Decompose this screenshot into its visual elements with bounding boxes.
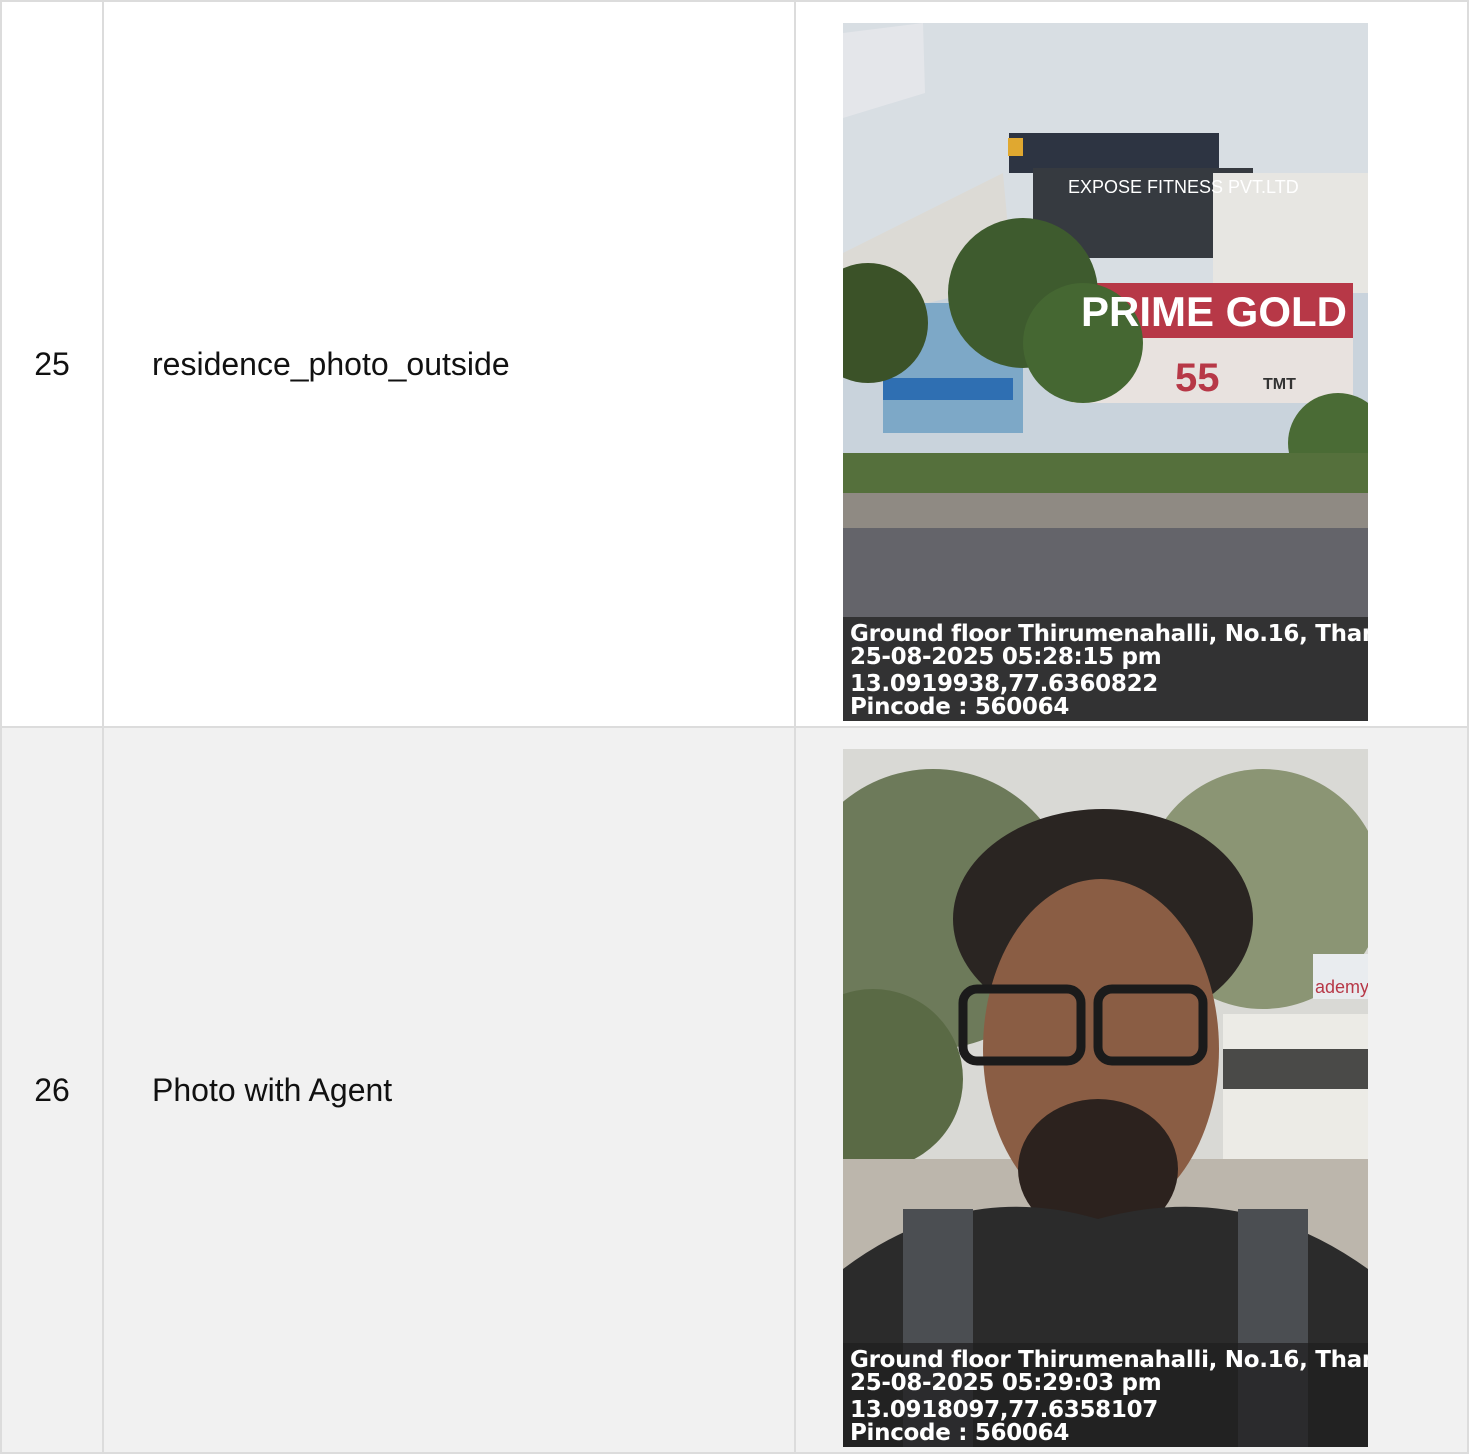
table-row: 25 residence_photo_outside EXPOSE FITNES… (0, 0, 1469, 728)
geo-stamp: Ground floor Thirumenahalli, No.16, Than… (843, 616, 1368, 721)
stamp-datetime: 25-08-2025 05:29:03 pm (850, 1369, 1162, 1396)
geo-stamp: Ground floor Thirumenahalli, No.16, Than… (843, 1342, 1368, 1447)
row-label: Photo with Agent (102, 726, 796, 1454)
row-label: residence_photo_outside (102, 0, 796, 728)
stamp-datetime: 25-08-2025 05:28:15 pm (850, 643, 1162, 670)
stamp-pincode: Pincode : 560064 (850, 693, 1070, 720)
gold-sign-number: 55 (1175, 356, 1220, 400)
tmt-sign: TMT (1263, 376, 1296, 393)
row-number: 26 (0, 726, 104, 1454)
agent-photo[interactable]: ademy Ground floor Thirumenahalli, No.16… (843, 748, 1368, 1447)
academy-sign: ademy (1315, 977, 1368, 997)
residence-photo[interactable]: EXPOSE FITNESS PVT.LTD PRIME GOLD 55 TMT… (843, 22, 1368, 721)
stamp-address: Ground floor Thirumenahalli, No.16, Than… (850, 1346, 1368, 1373)
stamp-coordinates: 13.0918097,77.6358107 (850, 1396, 1158, 1423)
stamp-address: Ground floor Thirumenahalli, No.16, Than… (850, 620, 1368, 647)
stamp-pincode: Pincode : 560064 (850, 1419, 1070, 1446)
table-row: 26 Photo with Agent ademy Ground floor T… (0, 726, 1469, 1454)
fitness-sign: EXPOSE FITNESS PVT.LTD (1068, 177, 1299, 197)
gold-sign: PRIME GOLD (1081, 288, 1347, 335)
stamp-coordinates: 13.0919938,77.6360822 (850, 670, 1158, 697)
verification-photo-table: 25 residence_photo_outside EXPOSE FITNES… (0, 0, 1469, 1454)
row-number: 25 (0, 0, 104, 728)
